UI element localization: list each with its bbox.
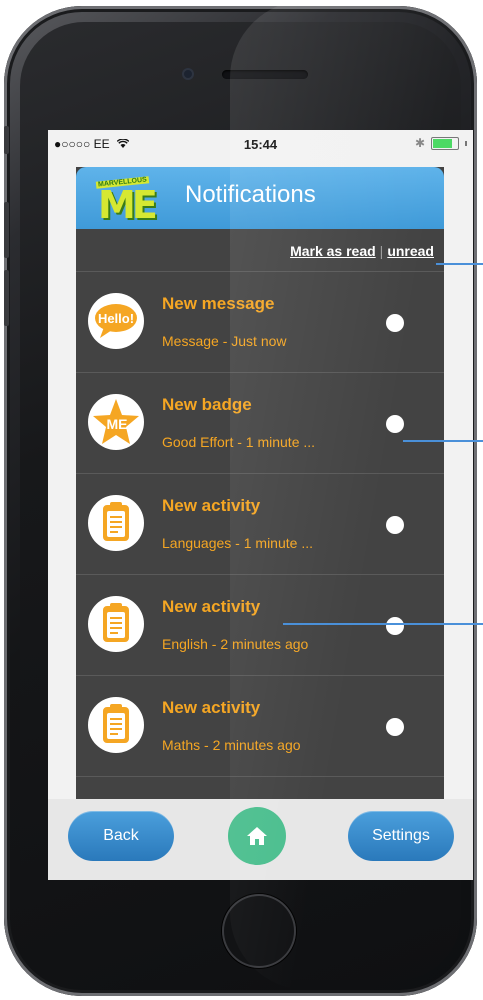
marvellous-me-logo: MARVELLOUS ME xyxy=(95,176,158,227)
mark-as-read-link[interactable]: Mark as read xyxy=(290,243,376,259)
hello-speech-icon: Hello! xyxy=(88,293,144,349)
clipboard-icon xyxy=(88,697,144,753)
callout-line-mark-bar xyxy=(436,263,483,265)
read-status-dot[interactable] xyxy=(386,718,404,736)
notification-title: New activity xyxy=(162,496,261,515)
svg-text:Hello!: Hello! xyxy=(98,311,134,326)
mark-bar: Mark as read | unread xyxy=(76,229,444,271)
front-camera xyxy=(182,68,194,80)
clipboard-icon xyxy=(88,596,144,652)
notification-subtitle: English - 2 minutes ago xyxy=(162,636,309,652)
volume-up-button xyxy=(4,202,9,258)
notification-subtitle: Maths - 2 minutes ago xyxy=(162,737,301,753)
notification-item[interactable]: New activity Languages - 1 minute ... xyxy=(76,473,444,574)
notification-subtitle: Languages - 1 minute ... xyxy=(162,535,313,551)
hardware-home-button[interactable] xyxy=(222,894,296,968)
battery-fill xyxy=(433,138,452,148)
notification-subtitle: Message - Just now xyxy=(162,333,287,349)
read-status-dot[interactable] xyxy=(386,415,404,433)
earpiece-speaker xyxy=(222,70,308,79)
app-header: MARVELLOUS ME Notifications xyxy=(76,167,444,229)
volume-down-button xyxy=(4,270,9,326)
app-container: MARVELLOUS ME Notifications Mark as read… xyxy=(76,167,444,807)
clipboard-icon xyxy=(88,495,144,551)
phone-screen: ●○○○○ EE 15:44 ✱ MARVELLOUS ME Notificat… xyxy=(48,130,473,880)
read-status-dot[interactable] xyxy=(386,314,404,332)
read-status-dot[interactable] xyxy=(386,617,404,635)
read-status-dot[interactable] xyxy=(386,516,404,534)
status-bar: ●○○○○ EE 15:44 ✱ xyxy=(48,130,473,160)
status-right: ✱ xyxy=(415,136,467,150)
callout-line-title xyxy=(283,623,483,625)
page-title: Notifications xyxy=(185,181,316,208)
notification-title: New activity xyxy=(162,698,261,717)
badge-star-icon: ME xyxy=(88,394,144,450)
home-icon xyxy=(247,827,267,845)
bluetooth-icon: ✱ xyxy=(414,136,425,150)
mute-switch xyxy=(4,126,9,154)
notification-list: Hello! New message Message - Just now ME… xyxy=(76,271,444,777)
notification-item[interactable]: New activity Maths - 2 minutes ago xyxy=(76,675,444,777)
battery-icon xyxy=(431,136,459,150)
notification-subtitle: Good Effort - 1 minute ... xyxy=(162,434,316,450)
home-button[interactable] xyxy=(228,807,286,865)
notification-title: New activity xyxy=(162,597,261,616)
settings-button[interactable]: Settings xyxy=(348,811,454,861)
unread-link[interactable]: unread xyxy=(387,243,434,259)
bottom-nav-bar: Back Settings xyxy=(48,799,473,880)
back-button[interactable]: Back xyxy=(68,811,174,861)
battery-tip xyxy=(465,140,467,146)
status-time: 15:44 xyxy=(243,137,278,152)
notification-item[interactable]: ME New badge Good Effort - 1 minute ... xyxy=(76,372,444,473)
notification-item[interactable]: Hello! New message Message - Just now xyxy=(76,271,444,372)
notification-title: New message xyxy=(162,294,275,313)
notification-title: New badge xyxy=(162,395,252,414)
mark-separator: | xyxy=(379,243,384,259)
callout-line-status-dot xyxy=(403,440,483,442)
svg-text:ME: ME xyxy=(107,416,128,432)
mark-actions: Mark as read | unread xyxy=(290,243,434,259)
